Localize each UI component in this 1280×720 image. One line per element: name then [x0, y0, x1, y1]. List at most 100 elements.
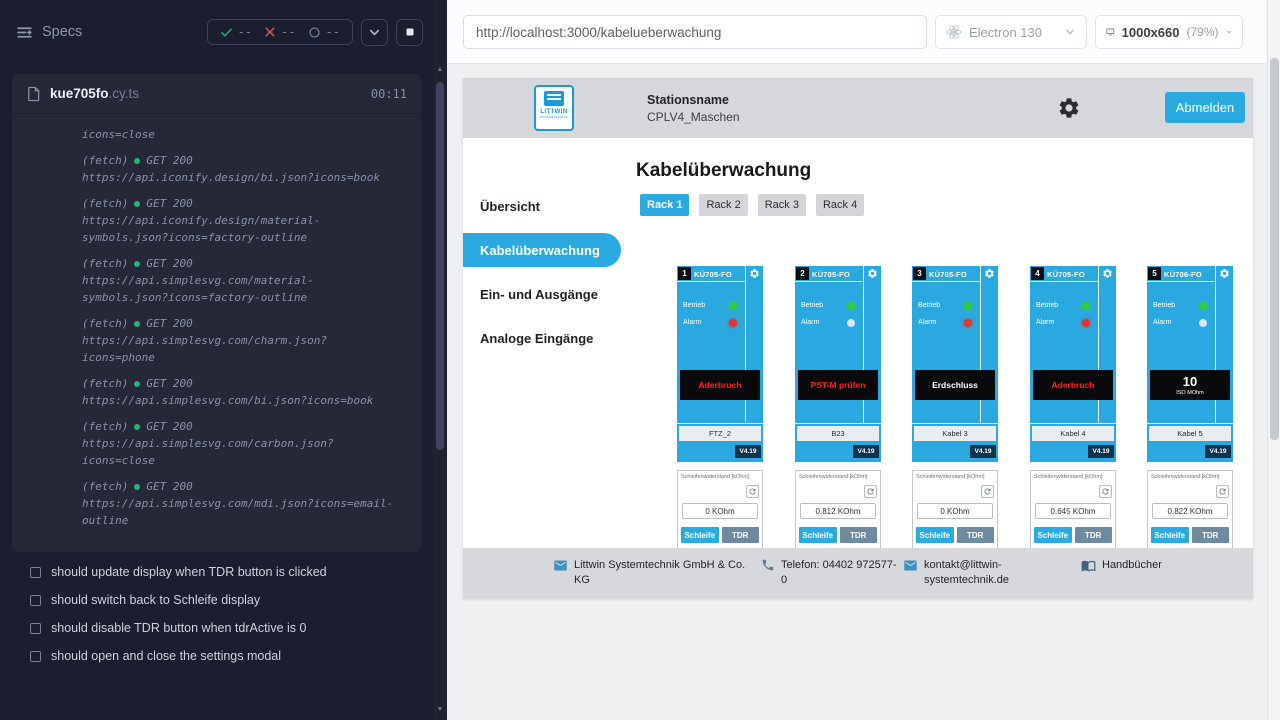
- test-title: should switch back to Schleife display: [51, 593, 260, 607]
- spec-extension: .cy.ts: [109, 86, 140, 101]
- measurement-panel: Schleifenwiderstand [kOhm] 0.645 KOhm Sc…: [1030, 470, 1116, 554]
- tab-rack-3[interactable]: Rack 3: [758, 194, 806, 216]
- phone-number: Telefon: 04402 972577-0: [781, 558, 901, 588]
- request-url: https://api.iconify.design/bi.json?icons…: [82, 169, 398, 186]
- test-item[interactable]: should open and close the settings modal: [0, 642, 433, 670]
- device-card-2: 2 KÜ705-FO Betrieb Alarm PST-M prüfen B2…: [795, 266, 881, 554]
- specs-toggle-button[interactable]: Specs: [16, 24, 82, 41]
- tab-rack-2[interactable]: Rack 2: [699, 194, 747, 216]
- runner-scrollbar-thumb[interactable]: [436, 82, 444, 450]
- alarm-led: [1082, 319, 1090, 327]
- scroll-up-icon[interactable]: ▲: [433, 64, 447, 76]
- refresh-icon[interactable]: [864, 485, 877, 498]
- fetch-log-entry: (fetch)GET 200 https://api.simplesvg.com…: [82, 478, 407, 529]
- footer-phone[interactable]: Telefon: 04402 972577-0: [761, 558, 901, 588]
- logout-button[interactable]: Abmelden: [1165, 92, 1245, 123]
- viewport-size-selector[interactable]: 1000x660 (79%): [1095, 15, 1243, 49]
- chevron-down-icon: [1064, 26, 1076, 38]
- betrieb-label: Betrieb: [801, 302, 823, 309]
- device-model: KÜ705-FO: [694, 270, 732, 279]
- collapse-runner-button[interactable]: [361, 19, 388, 46]
- zoom-level: (79%): [1187, 25, 1219, 39]
- sidebar-item-analoge-eingaenge[interactable]: Analoge Eingänge: [463, 316, 618, 360]
- sidebar-item-kabelueberwachung[interactable]: Kabelüberwachung: [463, 233, 621, 267]
- measurement-value: 0.812 KOhm: [800, 503, 876, 519]
- browser-toolbar: Electron 130 1000x660 (79%): [447, 0, 1280, 64]
- betrieb-led: [1199, 302, 1207, 310]
- fetch-log-entry: (fetch)GET 200 https://api.simplesvg.com…: [82, 315, 407, 366]
- company-name: Littwin Systemtechnik GmbH & Co. KG: [574, 558, 764, 588]
- tdr-button[interactable]: TDR: [1075, 527, 1113, 543]
- tdr-button[interactable]: TDR: [1192, 527, 1230, 543]
- footer-email[interactable]: kontakt@littwin-systemtechnik.de: [903, 558, 1023, 588]
- passed-count: --: [238, 25, 252, 39]
- app-sidebar: Übersicht Kabelüberwachung Ein- und Ausg…: [463, 138, 618, 599]
- request-url: https://api.simplesvg.com/carbon.json?ic…: [82, 435, 398, 469]
- measurement-label: Schleifenwiderstand [kOhm]: [916, 474, 984, 480]
- browser-pane: Electron 130 1000x660 (79%) LITTWIN SYST…: [447, 0, 1280, 720]
- refresh-icon[interactable]: [1216, 485, 1229, 498]
- url-input[interactable]: [463, 15, 927, 49]
- device-settings-icon[interactable]: [1219, 268, 1230, 279]
- app-viewport: LITTWIN SYSTEMTECHNIK Stationsname CPLV4…: [463, 78, 1253, 599]
- refresh-icon[interactable]: [981, 485, 994, 498]
- cable-name: B23: [797, 426, 879, 441]
- alarm-led: [964, 319, 972, 327]
- scroll-down-icon[interactable]: ▼: [433, 704, 447, 716]
- cable-name: FTZ_2: [679, 426, 761, 441]
- page-scrollbar-thumb[interactable]: [1270, 58, 1279, 440]
- stop-run-button[interactable]: [396, 19, 423, 46]
- schleife-button[interactable]: Schleife: [1151, 527, 1189, 543]
- refresh-icon[interactable]: [746, 485, 759, 498]
- test-status-icon: [30, 651, 41, 662]
- betrieb-label: Betrieb: [683, 302, 705, 309]
- device-card-3: 3 KÜ705-FO Betrieb Alarm Erdschluss Kabe…: [912, 266, 998, 554]
- firmware-version: V4.19: [735, 445, 761, 458]
- tab-rack-4[interactable]: Rack 4: [816, 194, 864, 216]
- measurement-panel: Schleifenwiderstand [kOhm] 0 KOhm Schlei…: [912, 470, 998, 554]
- request-url: https://api.simplesvg.com/charm.json?ico…: [82, 332, 398, 366]
- schleife-button[interactable]: Schleife: [1034, 527, 1072, 543]
- device-display: Aderbruch: [1033, 370, 1113, 400]
- main-content: Kabelüberwachung Rack 1 Rack 2 Rack 3 Ra…: [618, 138, 1253, 599]
- tdr-button[interactable]: TDR: [840, 527, 878, 543]
- runner-scrollbar[interactable]: ▲ ▼: [433, 0, 447, 720]
- tdr-button[interactable]: TDR: [957, 527, 995, 543]
- test-item[interactable]: should switch back to Schleife display: [0, 586, 433, 614]
- slot-number: 4: [1031, 267, 1044, 280]
- test-item[interactable]: should update display when TDR button is…: [0, 558, 433, 586]
- schleife-button[interactable]: Schleife: [916, 527, 954, 543]
- schleife-button[interactable]: Schleife: [799, 527, 837, 543]
- betrieb-label: Betrieb: [1153, 302, 1175, 309]
- device-settings-icon[interactable]: [867, 268, 878, 279]
- page-scrollbar[interactable]: [1267, 0, 1280, 720]
- measurement-label: Schleifenwiderstand [kOhm]: [1151, 474, 1219, 480]
- browser-selector[interactable]: Electron 130: [935, 15, 1087, 49]
- tdr-button[interactable]: TDR: [722, 527, 760, 543]
- runner-header: Specs -- -- --: [0, 0, 433, 64]
- success-dot: [134, 484, 140, 490]
- spec-file-bar[interactable]: kue705fo.cy.ts 00:11: [12, 74, 421, 114]
- stat-pending: --: [308, 25, 340, 39]
- betrieb-led: [847, 302, 855, 310]
- tab-rack-1[interactable]: Rack 1: [640, 194, 689, 216]
- fetch-log-entry: (fetch)GET 200 https://api.iconify.desig…: [82, 152, 407, 186]
- sidebar-item-ein-und-ausgaenge[interactable]: Ein- und Ausgänge: [463, 272, 618, 316]
- schleife-button[interactable]: Schleife: [681, 527, 719, 543]
- betrieb-label: Betrieb: [918, 302, 940, 309]
- station-name: CPLV4_Maschen: [647, 110, 740, 124]
- settings-gear-icon[interactable]: [1057, 96, 1081, 120]
- device-settings-icon[interactable]: [1102, 268, 1113, 279]
- device-settings-icon[interactable]: [984, 268, 995, 279]
- pending-count: --: [326, 25, 340, 39]
- device-model: KÜ705-FO: [1047, 270, 1085, 279]
- footer-manuals[interactable]: Handbücher: [1081, 558, 1162, 573]
- fetch-log-entry: (fetch)GET 200 https://api.simplesvg.com…: [82, 418, 407, 469]
- footer-company: Littwin Systemtechnik GmbH & Co. KG: [553, 558, 765, 588]
- sidebar-item-uebersicht[interactable]: Übersicht: [463, 184, 618, 228]
- test-item[interactable]: should disable TDR button when tdrActive…: [0, 614, 433, 642]
- alarm-label: Alarm: [801, 319, 819, 326]
- display-unit: ISO MOhm: [1176, 390, 1204, 396]
- refresh-icon[interactable]: [1099, 485, 1112, 498]
- device-settings-icon[interactable]: [749, 268, 760, 279]
